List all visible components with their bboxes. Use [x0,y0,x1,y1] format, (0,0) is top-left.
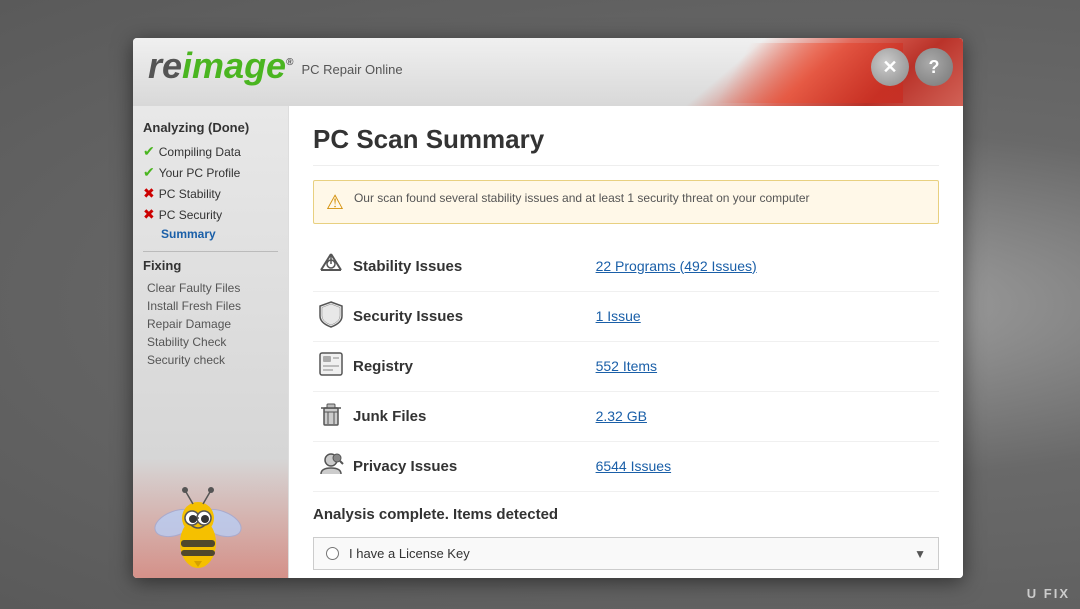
security-icon-cell [313,292,349,342]
issues-table: Stability Issues 22 Programs (492 Issues… [313,242,939,492]
logo-image: image [182,45,286,86]
sidebar-label-security[interactable]: PC Security [159,208,222,222]
security-value-cell[interactable]: 1 Issue [592,292,939,342]
junk-icon [318,400,344,428]
license-text: I have a License Key [349,546,914,561]
registry-value[interactable]: 552 Items [596,358,657,374]
table-row: Stability Issues 22 Programs (492 Issues… [313,242,939,292]
help-icon: ? [929,57,940,78]
fixing-title: Fixing [143,258,278,273]
security-name-cell: Security Issues [349,292,592,342]
logo-tagline: PC Repair Online [301,62,402,77]
analysis-complete-text: Analysis complete. Items detected [313,506,939,523]
sidebar-label-compiling[interactable]: Compiling Data [159,145,241,159]
sidebar-item-security: ✖ PC Security [143,206,278,223]
privacy-icon [317,450,345,478]
analyzing-title: Analyzing (Done) [143,120,278,135]
table-row: Privacy Issues 6544 Issues [313,442,939,492]
page-title: PC Scan Summary [313,124,939,166]
fixing-install-fresh[interactable]: Install Fresh Files [143,299,278,313]
fixing-clear-faulty[interactable]: Clear Faulty Files [143,281,278,295]
check-red-icon-2: ✖ [143,206,155,223]
sidebar-item-compiling: ✔ Compiling Data [143,143,278,160]
security-icon [318,300,344,328]
sidebar-label-summary[interactable]: Summary [161,227,216,241]
fixing-stability-check[interactable]: Stability Check [143,335,278,349]
license-key-row[interactable]: I have a License Key ▼ [313,537,939,570]
security-name: Security Issues [353,308,463,325]
privacy-name: Privacy Issues [353,458,457,475]
privacy-icon-cell [313,442,349,492]
license-radio[interactable] [326,547,339,560]
warning-icon: ⚠ [326,190,344,215]
main-window: reimage® PC Repair Online ✕ ? Analyzing … [133,38,963,578]
privacy-value[interactable]: 6544 Issues [596,458,672,474]
warning-text: Our scan found several stability issues … [354,189,810,207]
junk-value[interactable]: 2.32 GB [596,408,647,424]
sidebar-item-stability: ✖ PC Stability [143,185,278,202]
stability-icon [317,250,345,278]
sidebar-item-profile: ✔ Your PC Profile [143,164,278,181]
junk-name-cell: Junk Files [349,392,592,442]
stability-value-cell[interactable]: 22 Programs (492 Issues) [592,242,939,292]
logo-area: reimage® PC Repair Online [148,48,403,84]
stability-name-cell: Stability Issues [349,242,592,292]
fixing-repair-damage[interactable]: Repair Damage [143,317,278,331]
logo-re: re [148,45,182,86]
bottom-right-label: U FIX [1027,586,1070,601]
registry-name: Registry [353,358,413,375]
sidebar-label-stability[interactable]: PC Stability [159,187,221,201]
registry-icon-cell [313,342,349,392]
privacy-value-cell[interactable]: 6544 Issues [592,442,939,492]
help-button[interactable]: ? [915,48,953,86]
privacy-name-cell: Privacy Issues [349,442,592,492]
logo-text: reimage® [148,48,293,84]
table-row: Junk Files 2.32 GB [313,392,939,442]
window-controls: ✕ ? [871,48,953,86]
stability-value[interactable]: 22 Programs (492 Issues) [596,258,757,274]
window-header: reimage® PC Repair Online ✕ ? [133,38,963,106]
sidebar: Analyzing (Done) ✔ Compiling Data ✔ Your… [133,106,288,578]
main-content: PC Scan Summary ⚠ Our scan found several… [288,106,963,578]
bee-mascot [148,468,248,578]
content-inner: PC Scan Summary ⚠ Our scan found several… [289,106,963,578]
registry-icon [317,350,345,378]
check-green-icon-2: ✔ [143,164,155,181]
table-row: Registry 552 Items [313,342,939,392]
dropdown-arrow-icon: ▼ [914,547,926,561]
mascot-area [133,458,288,578]
stability-icon-cell [313,242,349,292]
sidebar-divider [143,251,278,252]
registry-name-cell: Registry [349,342,592,392]
warning-banner: ⚠ Our scan found several stability issue… [313,180,939,224]
check-red-icon: ✖ [143,185,155,202]
junk-name: Junk Files [353,408,426,425]
security-value[interactable]: 1 Issue [596,308,641,324]
junk-icon-cell [313,392,349,442]
close-icon: ✕ [882,57,897,78]
sidebar-item-summary: Summary [143,227,278,241]
registry-value-cell[interactable]: 552 Items [592,342,939,392]
junk-value-cell[interactable]: 2.32 GB [592,392,939,442]
table-row: Security Issues 1 Issue [313,292,939,342]
sidebar-label-profile[interactable]: Your PC Profile [159,166,241,180]
window-body: Analyzing (Done) ✔ Compiling Data ✔ Your… [133,106,963,578]
stability-name: Stability Issues [353,258,462,275]
fixing-security-check[interactable]: Security check [143,353,278,367]
check-green-icon: ✔ [143,143,155,160]
logo-registered: ® [286,57,293,68]
close-button[interactable]: ✕ [871,48,909,86]
